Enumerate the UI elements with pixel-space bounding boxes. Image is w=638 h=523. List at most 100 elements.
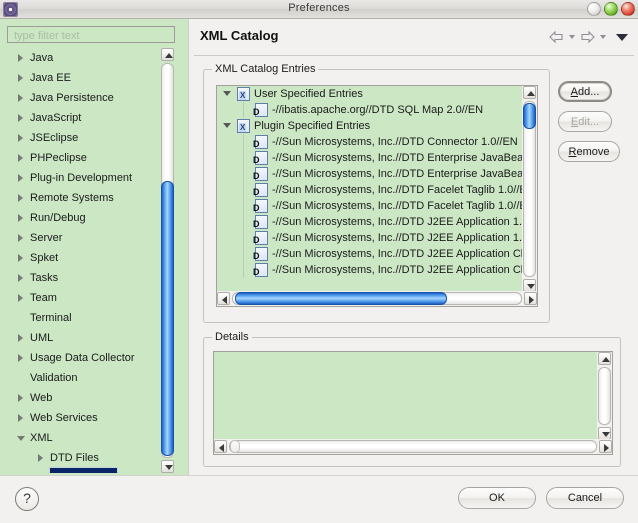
- catalog-entry-row[interactable]: Plugin Specified Entries: [217, 118, 523, 134]
- details-hscrollbar-trough[interactable]: [229, 440, 597, 453]
- search-input[interactable]: [12, 28, 174, 43]
- question-mark-icon[interactable]: ?: [15, 487, 39, 511]
- sidebar-item-server[interactable]: Server: [0, 228, 160, 248]
- chevron-right-icon[interactable]: [18, 234, 23, 242]
- chevron-right-icon[interactable]: [18, 174, 23, 182]
- dtd-file-icon: [255, 135, 268, 149]
- forward-dropdown-icon[interactable]: [600, 35, 606, 39]
- forward-arrow-icon[interactable]: [579, 30, 596, 44]
- sidebar-item-run-debug[interactable]: Run/Debug: [0, 208, 160, 228]
- cancel-button[interactable]: Cancel: [546, 487, 624, 509]
- preferences-window: Preferences JavaJava EEJava PersistenceJ…: [0, 0, 638, 523]
- chevron-right-icon[interactable]: [18, 414, 23, 422]
- catalog-entry-row[interactable]: -//ibatis.apache.org//DTD SQL Map 2.0//E…: [217, 102, 523, 118]
- chevron-down-icon[interactable]: [223, 123, 231, 128]
- sidebar-item-tasks[interactable]: Tasks: [0, 268, 160, 288]
- chevron-down-icon[interactable]: [17, 436, 25, 441]
- sidebar-item-javascript[interactable]: JavaScript: [0, 108, 160, 128]
- sidebar-item-terminal[interactable]: Terminal: [0, 308, 160, 328]
- entries-scroll-up-button[interactable]: [523, 86, 536, 99]
- entries-viewport[interactable]: User Specified Entries-//ibatis.apache.o…: [217, 86, 523, 292]
- chevron-right-icon[interactable]: [18, 74, 23, 82]
- chevron-right-icon[interactable]: [18, 274, 23, 282]
- sidebar-item-remote-systems[interactable]: Remote Systems: [0, 188, 160, 208]
- sidebar-scrollbar[interactable]: [160, 48, 175, 473]
- chevron-right-icon[interactable]: [18, 254, 23, 262]
- edit-button[interactable]: Edit...: [558, 111, 612, 132]
- chevron-right-icon[interactable]: [18, 214, 23, 222]
- sidebar-item-usage-data-collector[interactable]: Usage Data Collector: [0, 348, 160, 368]
- entries-vertical-scrollbar[interactable]: [522, 86, 537, 292]
- scroll-down-button[interactable]: [161, 460, 174, 473]
- sidebar-item-dtd-files[interactable]: DTD Files: [0, 448, 160, 468]
- sidebar-item-label: Java: [30, 48, 53, 68]
- back-dropdown-icon[interactable]: [569, 35, 575, 39]
- catalog-entry-row[interactable]: -//Sun Microsystems, Inc.//DTD J2EE Appl…: [217, 230, 523, 246]
- chevron-right-icon[interactable]: [18, 194, 23, 202]
- details-horizontal-scrollbar[interactable]: [214, 439, 612, 454]
- scroll-up-button[interactable]: [161, 48, 174, 61]
- chevron-right-icon[interactable]: [18, 294, 23, 302]
- back-arrow-icon[interactable]: [548, 30, 565, 44]
- sidebar-item-java-ee[interactable]: Java EE: [0, 68, 160, 88]
- sidebar-item-java[interactable]: Java: [0, 48, 160, 68]
- minimize-button[interactable]: [587, 2, 601, 16]
- add-button[interactable]: Add...: [558, 81, 612, 102]
- sidebar-item-web[interactable]: Web: [0, 388, 160, 408]
- catalog-entry-row[interactable]: -//Sun Microsystems, Inc.//DTD J2EE Appl…: [217, 262, 523, 278]
- details-vertical-scrollbar[interactable]: [597, 352, 612, 440]
- chevron-right-icon[interactable]: [18, 114, 23, 122]
- maximize-button[interactable]: [604, 2, 618, 16]
- details-scroll-up-button[interactable]: [598, 352, 611, 365]
- chevron-right-icon[interactable]: [18, 334, 23, 342]
- sidebar-item-uml[interactable]: UML: [0, 328, 160, 348]
- catalog-entry-row[interactable]: User Specified Entries: [217, 86, 523, 102]
- chevron-right-icon[interactable]: [18, 354, 23, 362]
- sidebar-tree[interactable]: JavaJava EEJava PersistenceJavaScriptJSE…: [0, 48, 160, 473]
- sidebar-item-spket[interactable]: Spket: [0, 248, 160, 268]
- chevron-right-icon[interactable]: [38, 454, 43, 462]
- sidebar-item-xml-catalog[interactable]: XML Catalog: [0, 468, 160, 473]
- catalog-entry-row[interactable]: -//Sun Microsystems, Inc.//DTD Connector…: [217, 134, 523, 150]
- catalog-entry-row[interactable]: -//Sun Microsystems, Inc.//DTD Enterpris…: [217, 150, 523, 166]
- xml-catalog-entries-group: XML Catalog Entries User Specified Entri…: [203, 69, 550, 323]
- chevron-right-icon[interactable]: [18, 154, 23, 162]
- sidebar-item-team[interactable]: Team: [0, 288, 160, 308]
- catalog-entry-row[interactable]: -//Sun Microsystems, Inc.//DTD Facelet T…: [217, 182, 523, 198]
- entries-scroll-left-button[interactable]: [217, 292, 230, 305]
- sidebar-item-phpeclipse[interactable]: PHPeclipse: [0, 148, 160, 168]
- ok-button[interactable]: OK: [458, 487, 536, 509]
- chevron-right-icon[interactable]: [18, 394, 23, 402]
- close-button[interactable]: [621, 2, 635, 16]
- entries-hscrollbar-thumb[interactable]: [235, 292, 447, 305]
- sidebar-item-web-services[interactable]: Web Services: [0, 408, 160, 428]
- chevron-down-icon[interactable]: [223, 91, 231, 96]
- details-scroll-left-button[interactable]: [214, 440, 227, 453]
- sidebar-item-xml[interactable]: XML: [0, 428, 160, 448]
- sidebar-item-validation[interactable]: Validation: [0, 368, 160, 388]
- details-box[interactable]: [213, 351, 613, 455]
- details-scrollbar-trough[interactable]: [598, 367, 611, 425]
- scrollbar-thumb[interactable]: [161, 181, 174, 456]
- chevron-right-icon[interactable]: [18, 134, 23, 142]
- catalog-entry-row[interactable]: -//Sun Microsystems, Inc.//DTD Enterpris…: [217, 166, 523, 182]
- remove-button[interactable]: Remove: [558, 141, 620, 162]
- chevron-right-icon[interactable]: [18, 54, 23, 62]
- sidebar-item-plug-in-development[interactable]: Plug-in Development: [0, 168, 160, 188]
- chevron-right-icon[interactable]: [18, 94, 23, 102]
- catalog-entry-row[interactable]: -//Sun Microsystems, Inc.//DTD J2EE Appl…: [217, 246, 523, 262]
- filter-box[interactable]: [7, 26, 175, 43]
- entries-horizontal-scrollbar[interactable]: [217, 291, 537, 306]
- sidebar-item-jseclipse[interactable]: JSEclipse: [0, 128, 160, 148]
- entries-scroll-right-button[interactable]: [524, 292, 537, 305]
- entries-scrollbar-thumb[interactable]: [523, 103, 536, 129]
- catalog-entry-row[interactable]: -//Sun Microsystems, Inc.//DTD J2EE Appl…: [217, 214, 523, 230]
- details-content: [214, 352, 598, 440]
- catalog-entry-row[interactable]: -//Sun Microsystems, Inc.//DTD Facelet T…: [217, 198, 523, 214]
- sidebar-item-label: Tasks: [30, 268, 58, 288]
- details-hscrollbar-thumb[interactable]: [230, 440, 240, 453]
- xml-catalog-entries-list[interactable]: User Specified Entries-//ibatis.apache.o…: [216, 85, 538, 307]
- sidebar-item-java-persistence[interactable]: Java Persistence: [0, 88, 160, 108]
- details-scroll-right-button[interactable]: [599, 440, 612, 453]
- chevron-down-icon[interactable]: [616, 34, 628, 41]
